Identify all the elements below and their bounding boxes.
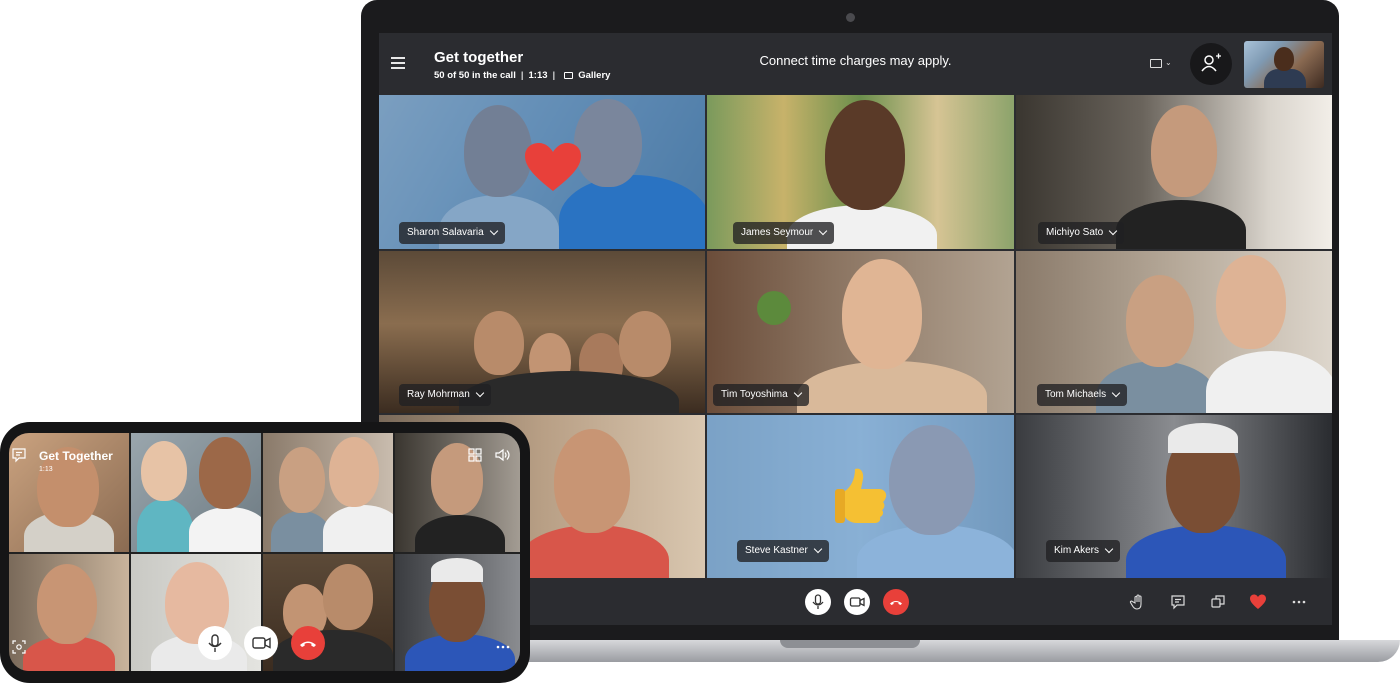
call-status-line: 50 of 50 in the call | 1:13 | Gallery (434, 70, 610, 81)
participant-name-dropdown[interactable]: Steve Kastner (737, 540, 829, 562)
participant-name-dropdown[interactable]: Ray Mohrman (399, 384, 491, 406)
end-call-icon (890, 601, 902, 605)
chevron-down-icon (1109, 226, 1118, 236)
chevron-down-icon (793, 388, 802, 398)
video-camera-icon (252, 637, 271, 649)
heart-reaction-button-icon[interactable] (1249, 593, 1267, 611)
mic-icon (208, 634, 222, 652)
participant-name: Kim Akers (1054, 545, 1100, 556)
video-camera-icon (849, 597, 865, 607)
call-duration: 1:13 (528, 70, 548, 81)
participant-name-dropdown[interactable]: Sharon Salavaria (399, 222, 505, 244)
speaker-icon[interactable] (494, 447, 512, 463)
chevron-down-icon (813, 544, 823, 554)
chat-icon[interactable] (11, 447, 27, 463)
participant-name-dropdown[interactable]: Michiyo Sato (1038, 222, 1125, 244)
participant-name: Steve Kastner (745, 545, 808, 556)
more-options-icon[interactable] (494, 639, 512, 655)
mobile-call-title: Get Together (39, 449, 113, 463)
call-header: Get together 50 of 50 in the call | 1:13… (379, 33, 1332, 95)
mobile-call-duration: 1:13 (39, 466, 53, 473)
chat-icon[interactable] (1169, 593, 1187, 611)
separator: | (552, 70, 556, 81)
mobile-participant-tile[interactable] (263, 433, 393, 552)
mobile-mute-button[interactable] (198, 626, 232, 660)
add-people-button[interactable] (1190, 43, 1232, 85)
mobile-participant-tile[interactable] (9, 554, 129, 671)
chevron-down-icon (819, 226, 828, 236)
end-call-button[interactable] (883, 589, 909, 615)
more-options-icon[interactable] (1290, 593, 1308, 611)
mobile-call-screen: Get Together 1:13 (9, 433, 520, 671)
video-button[interactable] (844, 589, 870, 615)
chevron-down-icon (1104, 544, 1114, 554)
participant-name-dropdown[interactable]: Tim Toyoshima (713, 384, 809, 406)
add-person-icon (1201, 53, 1221, 72)
participant-name-dropdown[interactable]: Tom Michaels (1037, 384, 1128, 406)
raise-hand-icon[interactable] (1129, 593, 1147, 611)
participant-name: James Seymour (741, 227, 814, 238)
mobile-end-call-button[interactable] (291, 626, 325, 660)
thumbs-up-reaction-icon (835, 468, 887, 523)
mobile-participant-tile[interactable] (263, 554, 393, 671)
gallery-icon (564, 72, 574, 79)
mobile-video-button[interactable] (244, 626, 278, 660)
mic-icon (812, 594, 824, 609)
switch-view-icon[interactable] (1209, 593, 1227, 611)
chevron-down-icon (489, 226, 498, 236)
participant-name-dropdown[interactable]: Kim Akers (1046, 540, 1121, 562)
mobile-participant-tile[interactable] (131, 554, 261, 671)
grid-view-icon[interactable] (467, 447, 483, 463)
participant-name-dropdown[interactable]: James Seymour (733, 222, 835, 244)
heart-reaction-icon (525, 143, 581, 191)
participant-name: Tom Michaels (1045, 389, 1107, 400)
screenshot-icon[interactable] (11, 639, 27, 655)
mobile-participant-tile[interactable] (131, 433, 261, 552)
participant-name: Michiyo Sato (1046, 227, 1104, 238)
mute-button[interactable] (805, 589, 831, 615)
participant-name: Sharon Salavaria (407, 227, 484, 238)
share-screen-icon[interactable]: ⌄ (1148, 57, 1172, 71)
laptop-notch (780, 640, 920, 648)
participant-name: Tim Toyoshima (721, 389, 788, 400)
webcam-dot (846, 13, 855, 22)
self-preview-video[interactable] (1244, 41, 1324, 88)
participant-count: 50 of 50 in the call (434, 70, 516, 81)
end-call-icon (300, 641, 316, 647)
view-mode-button[interactable]: Gallery (578, 70, 610, 81)
participant-name: Ray Mohrman (407, 389, 470, 400)
chevron-down-icon (1111, 388, 1121, 398)
chevron-down-icon (475, 388, 485, 398)
separator: | (520, 70, 524, 81)
